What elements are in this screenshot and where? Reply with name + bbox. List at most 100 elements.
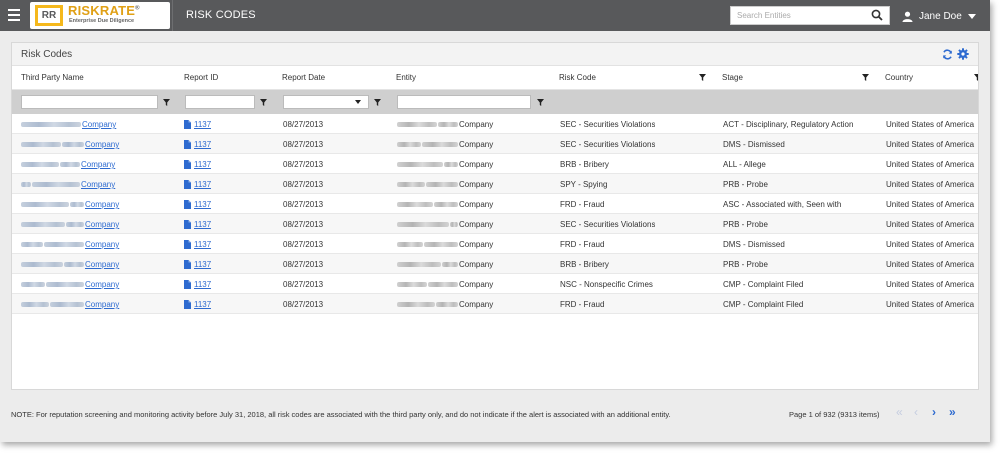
- third-party-name-cell[interactable]: Company: [21, 240, 181, 249]
- column-header-entity[interactable]: Entity: [396, 73, 416, 82]
- document-icon[interactable]: [184, 160, 191, 169]
- previous-page-button[interactable]: ‹: [914, 405, 918, 419]
- last-page-button[interactable]: »: [949, 405, 956, 419]
- third-party-name-cell[interactable]: Company: [21, 280, 181, 289]
- table-row[interactable]: Company 1137 08/27/2013 Company FRD - Fraud C…: [12, 294, 978, 314]
- report-id-link[interactable]: 1137: [194, 140, 211, 149]
- report-id-link[interactable]: 1137: [194, 160, 211, 169]
- third-party-name-cell[interactable]: Company: [21, 160, 181, 169]
- document-icon[interactable]: [184, 280, 191, 289]
- table-row[interactable]: Company 1137 08/27/2013 Company SEC - Securi…: [12, 114, 978, 134]
- column-header-report-date[interactable]: Report Date: [282, 73, 325, 82]
- third-party-name-cell[interactable]: Company: [21, 220, 181, 229]
- report-date-dropdown-icon[interactable]: [355, 100, 361, 104]
- report-date-cell: 08/27/2013: [283, 180, 324, 189]
- table-row[interactable]: Company 1137 08/27/2013 Company BRB - Briber…: [12, 254, 978, 274]
- redacted-entity-block: [436, 302, 458, 308]
- third-party-name-filter-input[interactable]: [21, 95, 158, 109]
- country-filter-icon[interactable]: [974, 74, 978, 81]
- report-id-cell[interactable]: 1137: [184, 180, 211, 189]
- report-id-filter-input[interactable]: [185, 95, 255, 109]
- table-row[interactable]: Company 1137 08/27/2013 Company NSC - Nonspe…: [12, 274, 978, 294]
- report-id-link[interactable]: 1137: [194, 300, 211, 309]
- user-menu[interactable]: Jane Doe: [902, 8, 976, 24]
- report-id-link[interactable]: 1137: [194, 260, 211, 269]
- document-icon[interactable]: [184, 140, 191, 149]
- document-icon[interactable]: [184, 260, 191, 269]
- report-id-link[interactable]: 1137: [194, 220, 211, 229]
- third-party-name-cell[interactable]: Company: [21, 140, 181, 149]
- third-party-name-cell[interactable]: Company: [21, 260, 181, 269]
- table-row[interactable]: Company 1137 08/27/2013 Company SEC - Securi…: [12, 214, 978, 234]
- redacted-entity-block: [428, 282, 458, 288]
- search-input[interactable]: [731, 7, 861, 24]
- report-id-cell[interactable]: 1137: [184, 300, 211, 309]
- entity-cell: Company: [397, 240, 557, 249]
- entity-cell: Company: [397, 300, 557, 309]
- report-id-cell[interactable]: 1137: [184, 260, 211, 269]
- column-header-stage[interactable]: Stage: [722, 73, 743, 82]
- third-party-name-cell[interactable]: Company: [21, 120, 181, 129]
- report-date-filter-icon[interactable]: [374, 99, 381, 106]
- third-party-name-link[interactable]: Company: [81, 180, 115, 189]
- entity-filter-icon[interactable]: [537, 99, 544, 106]
- third-party-name-link[interactable]: Company: [82, 120, 116, 129]
- report-id-cell[interactable]: 1137: [184, 160, 211, 169]
- third-party-name-cell[interactable]: Company: [21, 300, 181, 309]
- document-icon[interactable]: [184, 120, 191, 129]
- third-party-name-link[interactable]: Company: [85, 220, 119, 229]
- table-row[interactable]: Company 1137 08/27/2013 Company SPY - Spying…: [12, 174, 978, 194]
- report-id-cell[interactable]: 1137: [184, 240, 211, 249]
- column-header-risk-code[interactable]: Risk Code: [559, 73, 596, 82]
- report-id-link[interactable]: 1137: [194, 240, 211, 249]
- report-id-link[interactable]: 1137: [194, 280, 211, 289]
- redacted-entity-block: [450, 222, 458, 228]
- column-header-report-id[interactable]: Report ID: [184, 73, 218, 82]
- table-row[interactable]: Company 1137 08/27/2013 Company SEC - Securi…: [12, 134, 978, 154]
- risk-codes-grid: Third Party Name Report ID Report Date E…: [12, 66, 978, 391]
- entity-filter-input[interactable]: [397, 95, 531, 109]
- search-icon[interactable]: [871, 9, 883, 21]
- third-party-name-link[interactable]: Company: [81, 160, 115, 169]
- risk-code-cell: SPY - Spying: [560, 180, 608, 189]
- third-party-name-cell[interactable]: Company: [21, 200, 181, 209]
- table-row[interactable]: Company 1137 08/27/2013 Company FRD - Fraud D…: [12, 234, 978, 254]
- report-id-filter-icon[interactable]: [260, 99, 267, 106]
- first-page-button[interactable]: «: [896, 405, 903, 419]
- report-id-cell[interactable]: 1137: [184, 140, 211, 149]
- report-id-link[interactable]: 1137: [194, 200, 211, 209]
- report-id-cell[interactable]: 1137: [184, 120, 211, 129]
- column-header-country[interactable]: Country: [885, 73, 913, 82]
- document-icon[interactable]: [184, 300, 191, 309]
- report-id-cell[interactable]: 1137: [184, 280, 211, 289]
- refresh-icon[interactable]: [942, 49, 953, 60]
- document-icon[interactable]: [184, 240, 191, 249]
- redacted-entity-block: [397, 222, 449, 228]
- table-row[interactable]: Company 1137 08/27/2013 Company FRD - Fraud A…: [12, 194, 978, 214]
- third-party-name-link[interactable]: Company: [85, 140, 119, 149]
- gear-icon[interactable]: [957, 48, 969, 60]
- document-icon[interactable]: [184, 220, 191, 229]
- report-id-link[interactable]: 1137: [194, 120, 211, 129]
- logo[interactable]: RR RISKRATE® Enterprise Due Diligence: [30, 2, 170, 29]
- risk-code-filter-icon[interactable]: [699, 74, 706, 81]
- report-id-cell[interactable]: 1137: [184, 200, 211, 209]
- document-icon[interactable]: [184, 180, 191, 189]
- table-row[interactable]: Company 1137 08/27/2013 Company BRB - Briber…: [12, 154, 978, 174]
- footer-note: NOTE: For reputation screening and monit…: [11, 410, 671, 419]
- third-party-name-link[interactable]: Company: [85, 260, 119, 269]
- third-party-name-filter-icon[interactable]: [163, 99, 170, 106]
- third-party-name-link[interactable]: Company: [85, 200, 119, 209]
- next-page-button[interactable]: ›: [932, 405, 936, 419]
- document-icon[interactable]: [184, 200, 191, 209]
- top-bar: RR RISKRATE® Enterprise Due Diligence RI…: [0, 0, 990, 31]
- column-header-third-party-name[interactable]: Third Party Name: [21, 73, 84, 82]
- third-party-name-link[interactable]: Company: [85, 280, 119, 289]
- report-id-link[interactable]: 1137: [194, 180, 211, 189]
- hamburger-menu-icon[interactable]: [8, 9, 20, 21]
- third-party-name-link[interactable]: Company: [85, 240, 119, 249]
- third-party-name-link[interactable]: Company: [85, 300, 119, 309]
- third-party-name-cell[interactable]: Company: [21, 180, 181, 189]
- stage-filter-icon[interactable]: [862, 74, 869, 81]
- report-id-cell[interactable]: 1137: [184, 220, 211, 229]
